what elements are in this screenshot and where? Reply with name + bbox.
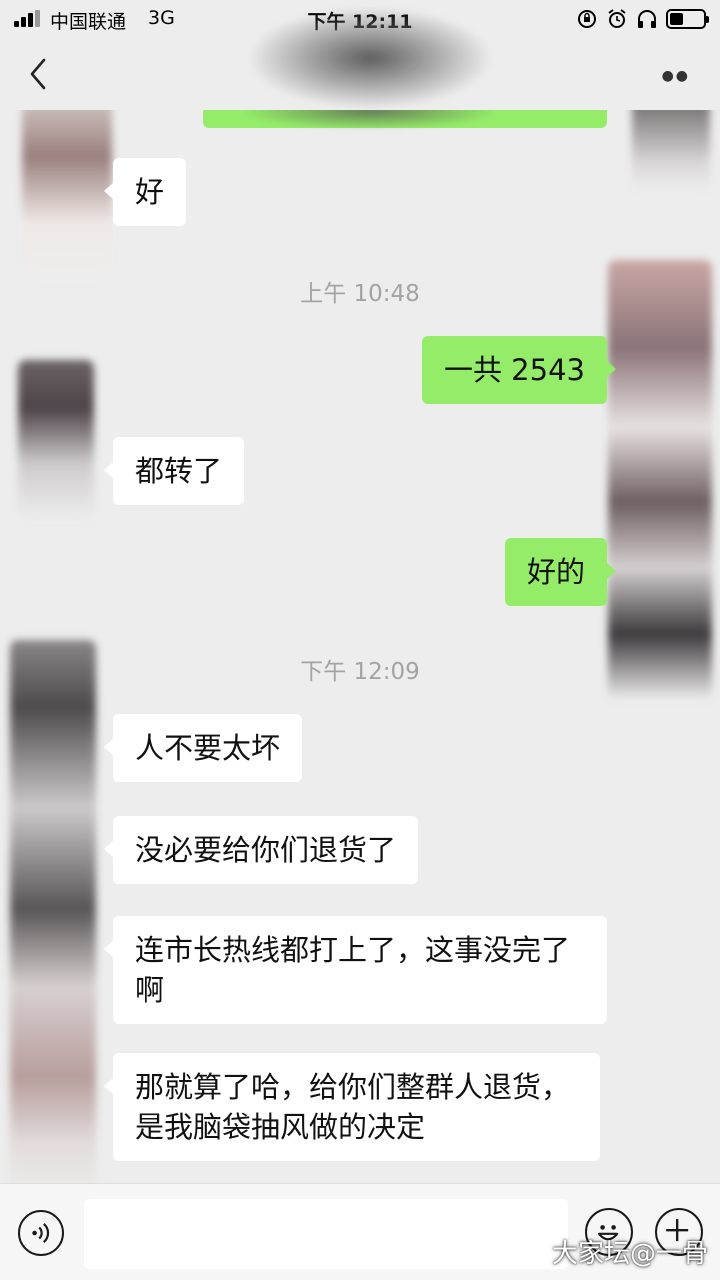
headphones-icon — [638, 10, 656, 28]
incoming-message[interactable]: 没必要给你们退货了 — [103, 816, 419, 884]
my-avatar — [632, 110, 710, 190]
outgoing-message[interactable]: 一共 2543 — [421, 336, 617, 404]
battery-icon — [666, 9, 709, 29]
message-list: 好 上午 10:48 一共 2543 都转了 好的 下午 12:09 人不要太坏… — [0, 110, 720, 1183]
redacted-contact-name — [250, 8, 490, 108]
outgoing-message[interactable]: 好的 — [504, 538, 617, 606]
message-timestamp: 上午 10:48 — [300, 281, 420, 307]
incoming-message[interactable]: 都转了 — [103, 437, 245, 505]
alarm-icon — [608, 9, 626, 28]
incoming-message[interactable]: 那就算了哈，给你们整群人退货， 是我脑袋抽风做的决定 — [104, 1053, 600, 1161]
redacted-message — [240, 110, 500, 130]
message-input[interactable] — [84, 1199, 568, 1269]
back-button[interactable] — [20, 52, 60, 96]
contact-avatar — [22, 110, 112, 280]
contact-avatar — [10, 640, 96, 1183]
incoming-message[interactable]: 好 — [103, 158, 187, 226]
my-avatar — [608, 260, 712, 700]
chat-header: ●● — [0, 8, 720, 110]
contact-avatar — [18, 360, 94, 520]
voice-icon[interactable] — [18, 1210, 64, 1256]
more-button[interactable]: ●● — [662, 68, 690, 84]
incoming-message[interactable]: 连市长热线都打上了，这事没完了 啊 — [104, 916, 607, 1024]
rotation-lock-icon — [578, 10, 596, 28]
status-icons — [576, 7, 709, 31]
watermark: 大家坛@一骨 — [551, 1239, 708, 1269]
message-timestamp: 下午 12:09 — [300, 659, 420, 685]
input-bar: 大家坛@一骨 — [0, 1183, 720, 1280]
incoming-message[interactable]: 人不要太坏 — [103, 714, 303, 782]
